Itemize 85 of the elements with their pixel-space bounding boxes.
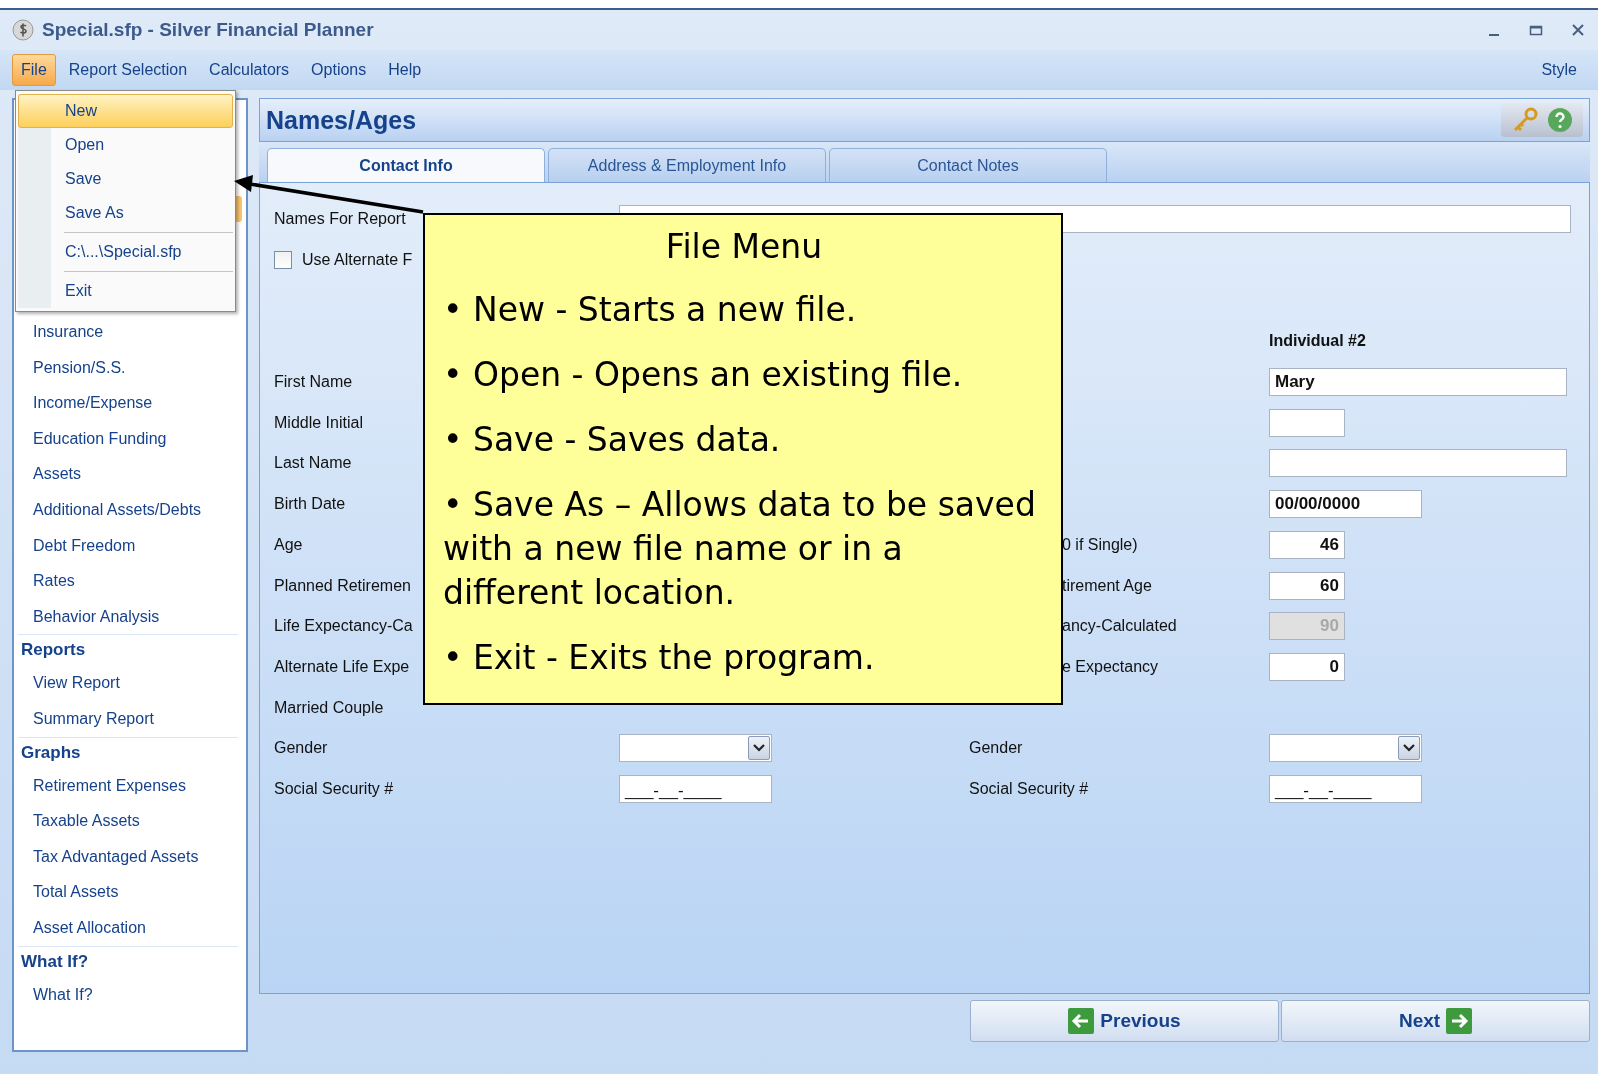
menu-item[interactable]: Style — [1532, 54, 1586, 86]
field-label: e Expectancy — [1062, 657, 1159, 676]
field-label: Last Name — [274, 454, 352, 473]
callout-bullet: • New - Starts a new file. — [443, 289, 858, 331]
sidebar-item[interactable]: View Report — [18, 665, 238, 701]
field-label: Names For Report — [274, 210, 406, 229]
ssn-field[interactable]: ___-__-____ — [619, 774, 772, 803]
column-heading: Individual #2 — [1269, 332, 1367, 351]
field-label: Gender — [274, 739, 328, 758]
sidebar-item[interactable]: Debt Freedom — [18, 527, 238, 564]
sidebar-item[interactable]: Pension/S.S. — [18, 349, 238, 386]
menu-item[interactable]: Calculators — [200, 54, 299, 86]
chevron-down-icon — [1398, 736, 1420, 761]
field-label: Middle Initial — [274, 413, 363, 432]
field-label: Age — [274, 535, 303, 554]
sidebar-item[interactable]: What If? — [18, 976, 238, 1013]
callout-bullet: • Open - Opens an existing file. — [443, 354, 964, 396]
dropdown-field[interactable] — [1269, 734, 1422, 763]
tab[interactable]: Contact Notes — [829, 148, 1107, 182]
next-button[interactable]: Next — [1281, 1000, 1590, 1042]
sidebar-item[interactable]: Education Funding — [18, 420, 238, 457]
tab[interactable]: Contact Info — [267, 148, 545, 182]
sidebar-item[interactable]: Rates — [18, 563, 238, 599]
field-label: Married Couple — [274, 698, 384, 717]
menu-item[interactable]: C:\...\Special.sfp — [18, 235, 233, 269]
chevron-down-icon — [748, 736, 770, 761]
key-icon[interactable] — [1511, 107, 1539, 133]
menu-item[interactable]: Report Selection — [59, 54, 197, 86]
sidebar-heading: Reports — [20, 639, 87, 662]
number-field[interactable]: 46 — [1269, 530, 1345, 559]
field-label: Planned Retiremen — [274, 576, 411, 595]
sidebar-item[interactable]: Summary Report — [18, 700, 238, 737]
window-title: Special.sfp - Silver Financial Planner — [42, 19, 375, 41]
callout-bullet: • Exit - Exits the program. — [443, 637, 876, 679]
menu-item[interactable]: Help — [379, 54, 431, 86]
close-icon[interactable] — [1570, 22, 1586, 38]
help-icon[interactable] — [1547, 107, 1573, 133]
field-label: Life Expectancy-Ca — [274, 617, 413, 636]
page-title: Names/Ages — [266, 105, 418, 135]
text-field[interactable] — [1269, 408, 1345, 437]
field-label: 0 if Single) — [1062, 535, 1138, 554]
sidebar-item[interactable]: Retirement Expenses — [18, 767, 238, 804]
checkbox[interactable] — [274, 251, 292, 270]
menu-item[interactable]: New — [18, 94, 233, 128]
tab[interactable]: Address & Employment Info — [548, 148, 826, 182]
field-label: First Name — [274, 373, 353, 392]
date-field[interactable]: 00/00/0000 — [1269, 490, 1422, 519]
menu-item[interactable]: Save As — [18, 196, 233, 230]
menu-item[interactable]: Save — [18, 162, 233, 196]
field-label: Alternate Life Expe — [274, 657, 410, 676]
number-field[interactable]: 0 — [1269, 652, 1345, 681]
field-label: tirement Age — [1062, 576, 1152, 595]
sidebar-item[interactable]: Asset Allocation — [18, 909, 238, 946]
sidebar-item[interactable]: Behavior Analysis — [18, 598, 238, 635]
dropdown-field[interactable] — [619, 734, 772, 763]
field-label: Birth Date — [274, 495, 346, 514]
ssn-field[interactable]: ___-__-____ — [1269, 774, 1422, 803]
number-field[interactable]: 60 — [1269, 571, 1345, 600]
text-field[interactable]: Mary — [1269, 368, 1567, 397]
menu-item[interactable]: Exit — [18, 274, 233, 308]
menu-item[interactable]: File — [12, 54, 56, 86]
sidebar-item[interactable]: Assets — [18, 456, 238, 492]
text-field[interactable] — [1269, 449, 1567, 478]
field-label: ancy-Calculated — [1062, 617, 1177, 636]
sidebar-item[interactable]: Total Assets — [18, 874, 238, 910]
sidebar-item[interactable]: Insurance — [18, 314, 238, 350]
previous-button[interactable]: Previous — [970, 1000, 1279, 1042]
sidebar-item[interactable]: Taxable Assets — [18, 803, 238, 839]
sidebar-item[interactable]: Tax Advantaged Assets — [18, 838, 238, 875]
arrow-right-icon — [1446, 1008, 1473, 1034]
menu-item[interactable]: Open — [18, 128, 233, 162]
sidebar-heading: Graphs — [20, 741, 82, 764]
dollar-coin-icon — [12, 19, 34, 41]
callout-title: File Menu — [664, 227, 824, 266]
field-label: Social Security # — [274, 779, 394, 798]
callout-bullet: • Save - Saves data. — [443, 419, 782, 461]
checkbox-label: Use Alternate F — [302, 251, 413, 270]
sidebar-item[interactable]: Income/Expense — [18, 385, 238, 421]
sidebar-item[interactable]: Additional Assets/Debts — [18, 491, 238, 528]
arrow-left-icon — [1068, 1008, 1095, 1034]
menu-item[interactable]: Options — [302, 54, 376, 86]
field-label: Gender — [969, 739, 1023, 758]
field-label: Social Security # — [969, 779, 1089, 798]
callout-bullet: • Save As – Allows data to be saved with a new file name or in a different location. — [443, 484, 1037, 614]
sidebar-heading: What If? — [20, 950, 90, 973]
